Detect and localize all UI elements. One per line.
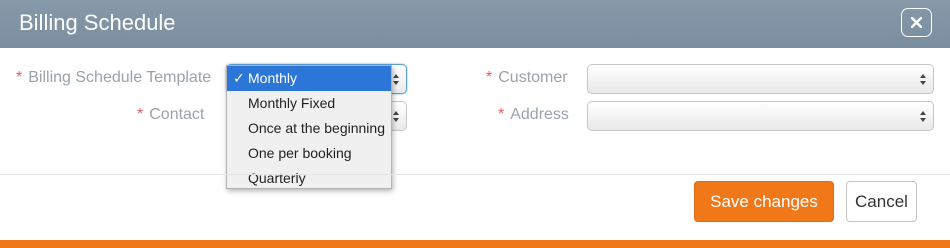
checkmark-icon: ✓	[233, 70, 245, 86]
required-mark: *	[137, 106, 144, 123]
template-dropdown-menu: ✓ Monthly Monthly Fixed Once at the begin…	[226, 65, 392, 189]
required-mark: *	[16, 69, 23, 86]
address-label: * Address	[498, 106, 569, 124]
template-label: * Billing Schedule Template	[16, 69, 211, 87]
address-label-text: Address	[510, 106, 569, 123]
customer-label: * Customer	[486, 69, 568, 87]
dropdown-option-monthly-fixed[interactable]: Monthly Fixed	[227, 91, 391, 116]
dropdown-option-once-at-beginning[interactable]: Once at the beginning	[227, 116, 391, 141]
customer-label-text: Customer	[498, 69, 568, 86]
dropdown-option-one-per-booking[interactable]: One per booking	[227, 141, 391, 166]
footer-divider	[0, 174, 950, 175]
select-arrows-icon	[393, 111, 399, 122]
address-select[interactable]	[587, 101, 934, 131]
contact-label: * Contact	[137, 106, 204, 124]
contact-label-text: Contact	[149, 106, 205, 123]
dropdown-option-quarterly[interactable]: Quarterly	[227, 166, 391, 191]
cancel-button[interactable]: Cancel	[846, 181, 917, 222]
save-button[interactable]: Save changes	[694, 181, 834, 222]
template-label-text: Billing Schedule Template	[28, 69, 212, 86]
close-button[interactable]	[901, 8, 932, 37]
select-arrows-icon	[920, 111, 926, 122]
required-mark: *	[486, 69, 493, 86]
customer-select[interactable]	[587, 64, 934, 94]
dialog-title: Billing Schedule	[19, 10, 176, 35]
dropdown-option-monthly[interactable]: ✓ Monthly	[227, 66, 391, 91]
dialog-header: Billing Schedule	[0, 0, 950, 48]
close-icon	[911, 17, 922, 28]
select-arrows-icon	[920, 74, 926, 85]
select-arrows-icon	[393, 74, 399, 85]
accent-bar	[0, 240, 950, 248]
required-mark: *	[498, 106, 505, 123]
